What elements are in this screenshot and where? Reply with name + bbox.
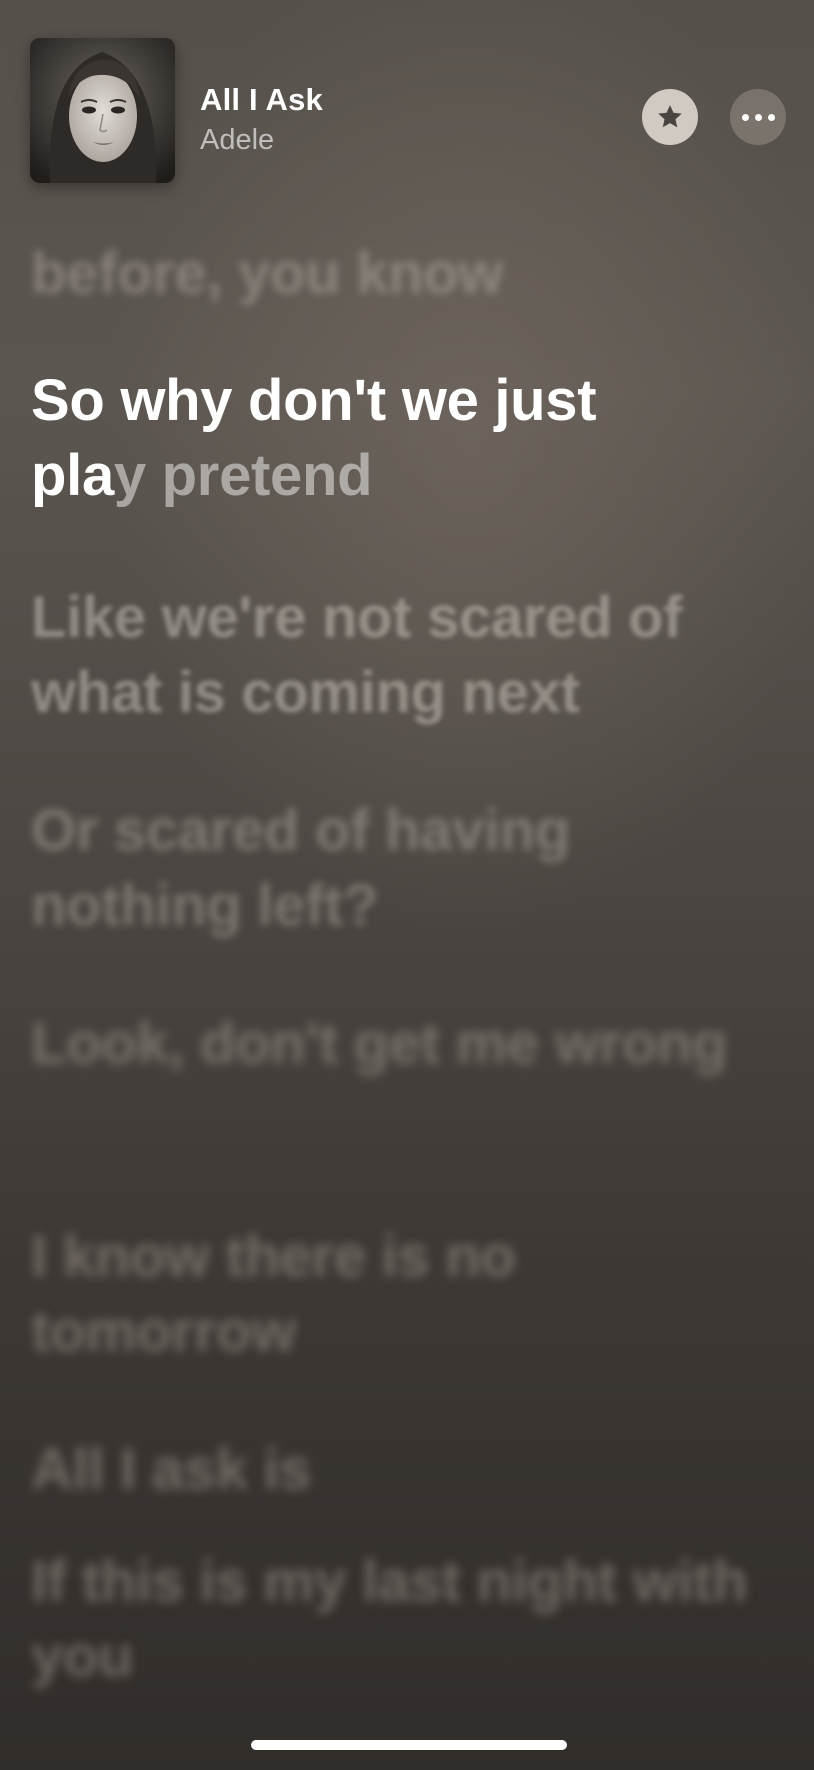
star-icon (658, 105, 682, 128)
lyric-line-upcoming[interactable]: If this is my last night with you (31, 1544, 791, 1694)
more-options-button[interactable] (730, 89, 786, 145)
lyric-line-upcoming[interactable]: Look, don't get me wrong (31, 1006, 791, 1081)
lyric-unsung-portion: y pretend (113, 443, 373, 508)
lyric-line-previous[interactable]: before, you know (31, 236, 791, 311)
lyric-line-upcoming[interactable]: Or scared of having nothing left? (31, 793, 791, 943)
favorite-button[interactable] (642, 89, 698, 145)
ellipsis-icon (741, 113, 749, 121)
song-title[interactable]: All I Ask (200, 82, 323, 118)
now-playing-header: All I Ask Adele (0, 0, 814, 200)
album-portrait-image (30, 38, 175, 183)
lyric-line-upcoming[interactable]: All I ask is (31, 1432, 791, 1507)
lyric-line-current[interactable]: So why don't we just play pretend (31, 363, 791, 513)
lyric-current-line1: So why don't we just (31, 368, 597, 433)
lyric-line-upcoming[interactable]: I know there is no tomorrow (31, 1219, 791, 1369)
artist-name[interactable]: Adele (200, 124, 274, 157)
lyric-sung-portion: pla (31, 443, 114, 508)
album-artwork[interactable] (30, 38, 175, 183)
lyric-line-upcoming[interactable]: Like we're not scared of what is coming … (31, 580, 791, 730)
lyric-current-line2: play pretend (31, 438, 791, 513)
home-indicator[interactable] (251, 1740, 567, 1750)
